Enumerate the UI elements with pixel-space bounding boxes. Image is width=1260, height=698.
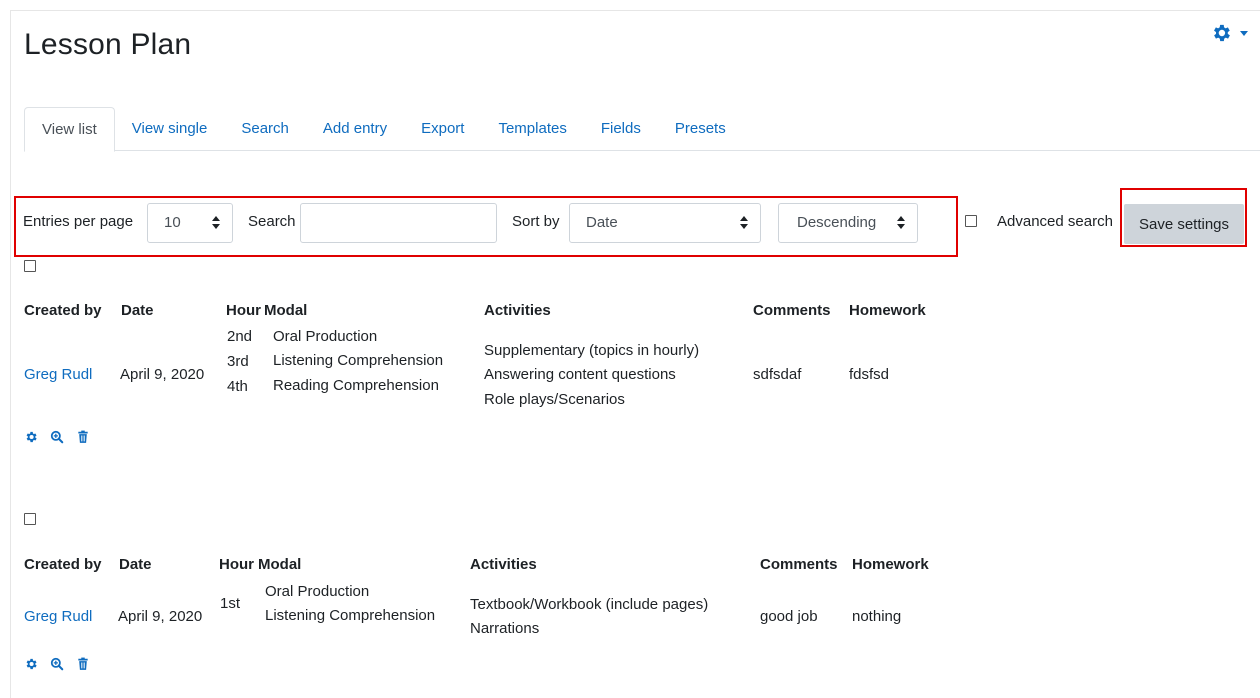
- column-activities: Activities: [470, 556, 537, 573]
- column-date: Date: [121, 302, 154, 319]
- activity-value: Textbook/Workbook (include pages): [470, 596, 709, 613]
- modal-value: Listening Comprehension: [273, 352, 444, 369]
- advanced-search-label: Advanced search: [997, 213, 1113, 230]
- sort-by-select[interactable]: Date: [569, 203, 761, 243]
- advanced-search-checkbox[interactable]: [965, 215, 977, 227]
- column-homework: Homework: [849, 302, 926, 319]
- sort-by-value: Date: [586, 214, 618, 231]
- activity-value: Supplementary (topics in hourly): [484, 342, 700, 359]
- tab-search[interactable]: Search: [224, 107, 306, 151]
- tab-view-list[interactable]: View list: [24, 107, 115, 152]
- page-frame-top: [10, 10, 1260, 11]
- author-link[interactable]: Greg Rudl: [24, 606, 92, 627]
- column-comments: Comments: [760, 556, 838, 573]
- hour-value: 3rd: [227, 353, 249, 370]
- search-input[interactable]: [300, 203, 497, 243]
- chevron-down-icon: [1240, 30, 1248, 36]
- tab-view-single[interactable]: View single: [115, 107, 225, 151]
- entries-per-page-select[interactable]: 10: [147, 203, 233, 243]
- column-hour: Hour: [226, 302, 261, 319]
- homework-value: nothing: [852, 608, 902, 625]
- sort-order-select[interactable]: Descending: [778, 203, 918, 243]
- zoom-in-icon[interactable]: [50, 430, 64, 444]
- modal-value: Reading Comprehension: [273, 377, 439, 394]
- column-created-by: Created by: [24, 556, 102, 573]
- modal-value: Listening Comprehension: [265, 607, 436, 624]
- modal-value: Oral Production: [265, 583, 370, 600]
- trash-icon[interactable]: [76, 657, 90, 671]
- select-arrows-icon: [740, 216, 748, 230]
- entry-actions: [24, 657, 102, 671]
- entry-select-checkbox[interactable]: [24, 513, 36, 525]
- homework-value: fdsfsd: [849, 366, 890, 383]
- author-link[interactable]: Greg Rudl: [24, 364, 92, 385]
- gear-icon[interactable]: [24, 657, 38, 671]
- column-modal: Modal: [264, 302, 308, 319]
- hour-value: 1st: [220, 595, 241, 612]
- trash-icon[interactable]: [76, 430, 90, 444]
- tab-fields[interactable]: Fields: [584, 107, 658, 151]
- tab-presets[interactable]: Presets: [658, 107, 743, 151]
- modal-value: Oral Production: [273, 328, 378, 345]
- save-settings-button[interactable]: Save settings: [1124, 204, 1244, 244]
- activity-value: Role plays/Scenarios: [484, 391, 625, 408]
- column-homework: Homework: [852, 556, 929, 573]
- entry-date: April 9, 2020: [120, 366, 205, 383]
- column-activities: Activities: [484, 302, 551, 319]
- page-frame-left: [10, 10, 11, 698]
- tab-templates[interactable]: Templates: [481, 107, 583, 151]
- entry-date: April 9, 2020: [118, 608, 203, 625]
- select-arrows-icon: [212, 216, 220, 230]
- column-comments: Comments: [753, 302, 831, 319]
- zoom-in-icon[interactable]: [50, 657, 64, 671]
- tab-export[interactable]: Export: [404, 107, 481, 151]
- settings-menu[interactable]: [1210, 20, 1260, 46]
- tab-bar: View list View single Search Add entry E…: [24, 107, 1260, 152]
- activity-value: Answering content questions: [484, 366, 676, 383]
- comments-value: sdfsdaf: [753, 366, 802, 383]
- gear-icon: [1214, 24, 1230, 42]
- comments-value: good job: [760, 608, 818, 625]
- column-created-by: Created by: [24, 302, 102, 319]
- hour-value: 4th: [227, 378, 248, 395]
- tab-add-entry[interactable]: Add entry: [306, 107, 404, 151]
- entries-per-page-label: Entries per page: [23, 213, 134, 230]
- column-date: Date: [119, 556, 152, 573]
- select-arrows-icon: [897, 216, 905, 230]
- hour-value: 2nd: [227, 328, 253, 345]
- entry-actions: [24, 430, 102, 444]
- entries-per-page-value: 10: [164, 214, 181, 231]
- sort-by-label: Sort by: [512, 213, 560, 230]
- entry-select-checkbox[interactable]: [24, 260, 36, 272]
- column-hour: Hour: [219, 556, 254, 573]
- search-label: Search: [248, 213, 296, 230]
- activity-value: Narrations: [470, 620, 540, 637]
- sort-order-value: Descending: [797, 214, 877, 231]
- gear-icon[interactable]: [24, 430, 38, 444]
- column-modal: Modal: [258, 556, 302, 573]
- page-title: Lesson Plan: [24, 28, 192, 61]
